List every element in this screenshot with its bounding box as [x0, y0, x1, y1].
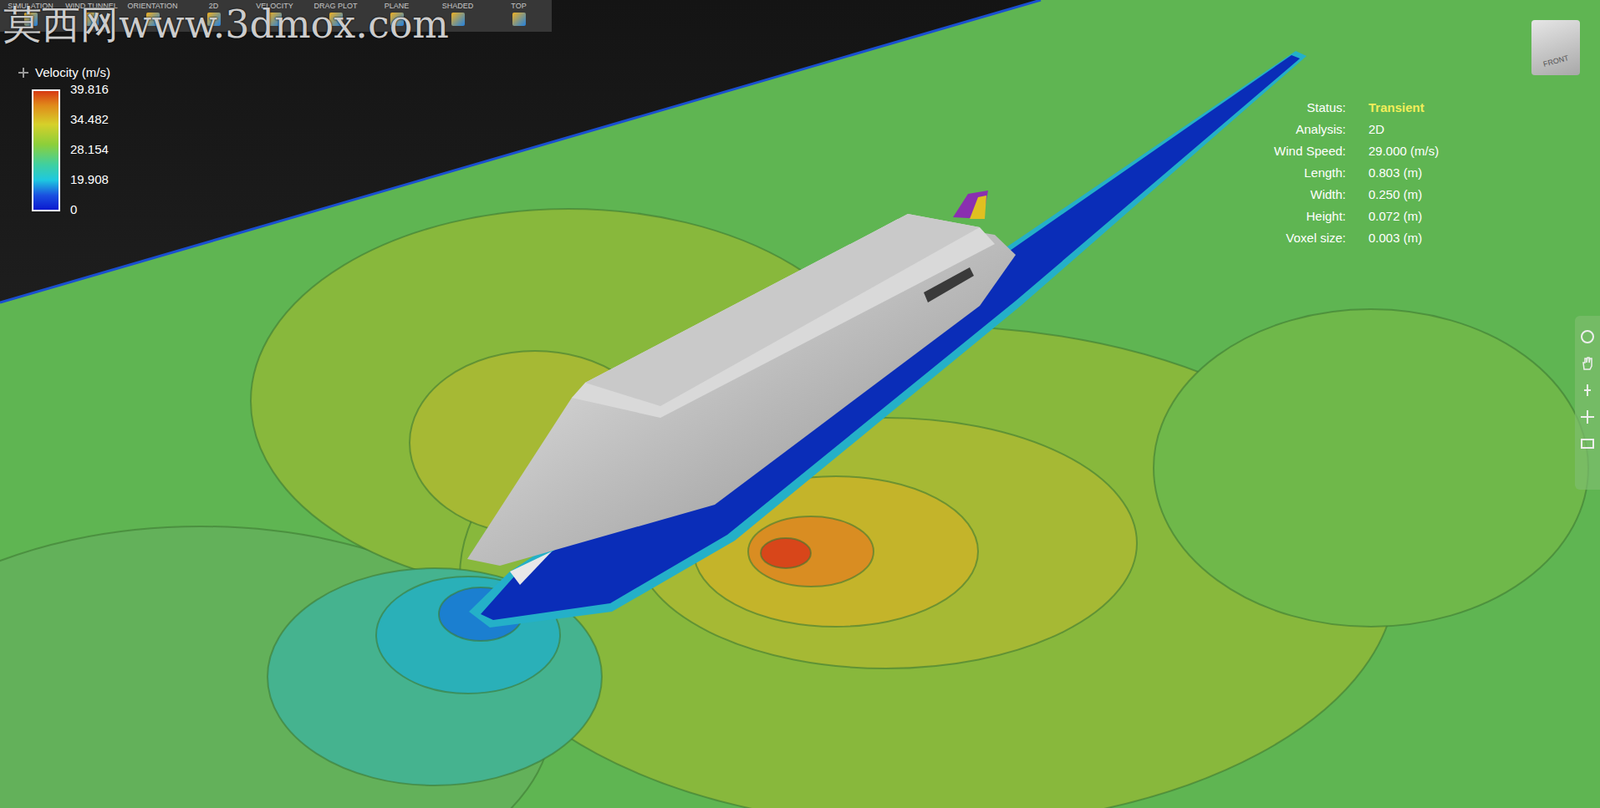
info-label: Height:: [1237, 205, 1346, 228]
legend-bar: [31, 89, 61, 212]
legend-tick: 39.816: [70, 82, 109, 97]
legend-ticks: 39.816 34.482 28.154 19.908 0: [70, 82, 109, 217]
info-value: 0.250 (m): [1368, 183, 1439, 206]
view-cube[interactable]: FRONT: [1531, 20, 1580, 76]
look-icon[interactable]: [1579, 409, 1595, 425]
info-value: 2D: [1368, 118, 1439, 141]
info-label: Analysis:: [1237, 118, 1346, 141]
info-value: Transient: [1368, 96, 1439, 119]
info-value: 0.803 (m): [1368, 162, 1439, 184]
legend-tick: 19.908: [70, 173, 109, 187]
legend-tick: 0: [70, 203, 109, 217]
info-value: 29.000 (m/s): [1368, 140, 1439, 163]
info-label: Voxel size:: [1237, 227, 1346, 250]
legend: Velocity (m/s) 39.816 34.482 28.154 19.908 0: [18, 63, 111, 217]
toolbar-icon: [512, 12, 526, 26]
toolbar-icon: [451, 12, 465, 26]
move-icon[interactable]: [18, 67, 29, 78]
viewport[interactable]: SIMULATIONWIND TUNNELORIENTATION2DVELOCI…: [0, 0, 1600, 808]
watermark: 莫西网www.3dmox.com: [3, 5, 449, 44]
pan-icon[interactable]: [1579, 356, 1595, 372]
info-panel: Status: Transient Analysis: 2D Wind Speed: 29…: [1237, 96, 1439, 250]
info-label: Width:: [1237, 183, 1346, 206]
fit-icon[interactable]: [1579, 436, 1595, 452]
info-value: 0.072 (m): [1368, 205, 1439, 228]
flow-canvas[interactable]: [0, 0, 1600, 808]
toolbar-label: TOP: [510, 1, 526, 11]
zoom-icon[interactable]: [1579, 382, 1595, 398]
info-value: 0.003 (m): [1368, 227, 1439, 250]
info-label: Wind Speed:: [1237, 140, 1346, 163]
legend-tick: 34.482: [70, 112, 109, 127]
legend-title: Velocity (m/s): [35, 63, 111, 83]
info-label: Status:: [1237, 96, 1346, 119]
legend-tick: 28.154: [70, 142, 109, 157]
toolbar-item[interactable]: TOP: [488, 0, 550, 32]
orbit-icon[interactable]: [1579, 329, 1595, 345]
info-label: Length:: [1237, 162, 1346, 184]
view-cube-label: FRONT: [1541, 52, 1570, 71]
navigation-bar: [1574, 315, 1600, 490]
